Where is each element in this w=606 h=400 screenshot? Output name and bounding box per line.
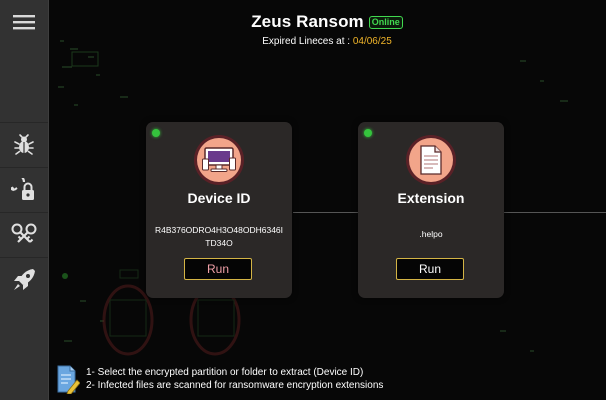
footer-instructions: 1- Select the encrypted partition or fol… [56, 364, 596, 396]
unlock-icon [11, 178, 34, 200]
title-row: Zeus Ransom Online [48, 12, 606, 32]
bug-icon [14, 134, 34, 155]
instruction-line: 2- Infected files are scanned for ransom… [86, 380, 384, 391]
sidebar-item-launch[interactable] [0, 257, 48, 302]
background-pattern [58, 40, 568, 356]
extension-card: Extension .helpo Run [358, 122, 504, 298]
expiry-label: Expired Lineces at : [262, 36, 351, 47]
run-device-id-button[interactable]: Run [184, 258, 252, 280]
card-icon-circle [409, 138, 453, 182]
document-icon [420, 145, 442, 175]
note-pencil-icon [57, 365, 80, 394]
monitor-icon [202, 147, 236, 172]
connector-line [293, 212, 358, 213]
sidebar-item-scan[interactable] [0, 122, 48, 167]
status-badge: Online [368, 15, 403, 29]
hamburger-icon [13, 15, 35, 30]
sidebar-item-keys[interactable] [0, 212, 48, 257]
card-title: Extension [397, 190, 465, 206]
status-indicator-dot [152, 129, 160, 137]
menu-button[interactable] [0, 0, 48, 44]
header: Zeus Ransom Online Expired Lineces at : … [48, 12, 606, 47]
sidebar [0, 0, 49, 400]
rocket-icon [14, 269, 35, 290]
app-title: Zeus Ransom [251, 12, 364, 31]
card-icon-ring [406, 135, 456, 185]
instruction-list: 1- Select the encrypted partition or fol… [86, 366, 383, 392]
card-icon-circle [197, 138, 241, 182]
expiry-date: 04/06/25 [352, 36, 392, 47]
run-extension-button[interactable]: Run [396, 258, 464, 280]
instruction-line: 1- Select the encrypted partition or fol… [86, 367, 364, 378]
card-title: Device ID [187, 190, 251, 206]
license-expiry: Expired Lineces at : 04/06/25 [48, 36, 606, 47]
device-id-card: Device ID R4B376ODRO4H3O48ODH6346ITD34O … [146, 122, 292, 298]
card-icon-ring [194, 135, 244, 185]
keys-icon [11, 223, 37, 243]
app-window: Zeus Ransom Online Expired Lineces at : … [0, 0, 606, 400]
device-id-value: R4B376ODRO4H3O48ODH6346ITD34O [154, 225, 284, 248]
status-indicator-dot [364, 129, 372, 137]
sidebar-item-decrypt[interactable] [0, 167, 48, 212]
connector-line-right [504, 212, 606, 213]
extension-value: .helpo [419, 229, 443, 239]
